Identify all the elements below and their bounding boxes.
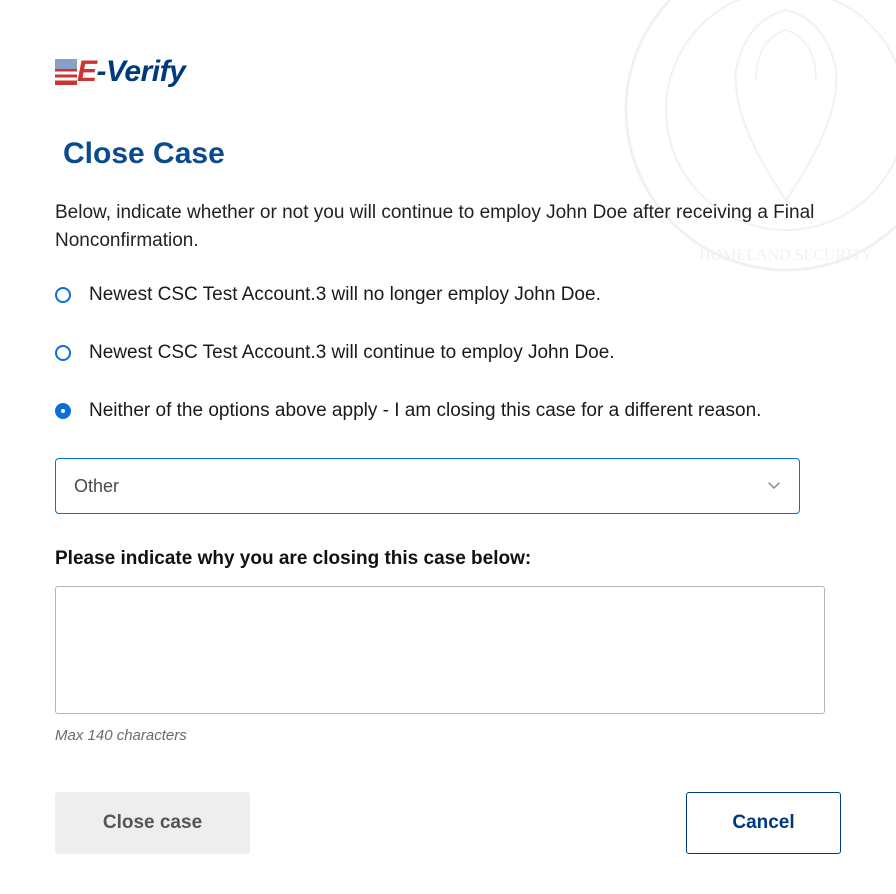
reason-select[interactable]: Other [55,458,800,514]
radio-icon [55,345,71,361]
radio-option-continue-employ[interactable]: Newest CSC Test Account.3 will continue … [55,342,841,364]
logo-prefix: E [77,55,97,88]
instruction-text: Below, indicate whether or not you will … [55,199,841,254]
page-title: Close Case [63,137,841,171]
radio-option-neither[interactable]: Neither of the options above apply - I a… [55,400,841,422]
radio-label: Newest CSC Test Account.3 will no longer… [89,284,601,306]
action-button-row: Close case Cancel [55,792,841,854]
close-case-button[interactable]: Close case [55,792,250,854]
flag-icon [55,59,77,85]
radio-option-no-longer-employ[interactable]: Newest CSC Test Account.3 will no longer… [55,284,841,306]
everify-logo: E-Verify [55,55,841,89]
reason-textarea-label: Please indicate why you are closing this… [55,548,841,570]
char-limit-helper: Max 140 characters [55,727,841,744]
chevron-down-icon [767,479,781,493]
logo-suffix: -Verify [97,55,186,88]
radio-icon [55,403,71,419]
radio-label: Neither of the options above apply - I a… [89,400,761,422]
cancel-button[interactable]: Cancel [686,792,841,854]
select-value: Other [74,476,119,497]
radio-label: Newest CSC Test Account.3 will continue … [89,342,615,364]
reason-textarea[interactable] [55,586,825,714]
employment-decision-radio-group: Newest CSC Test Account.3 will no longer… [55,284,841,422]
radio-icon [55,287,71,303]
